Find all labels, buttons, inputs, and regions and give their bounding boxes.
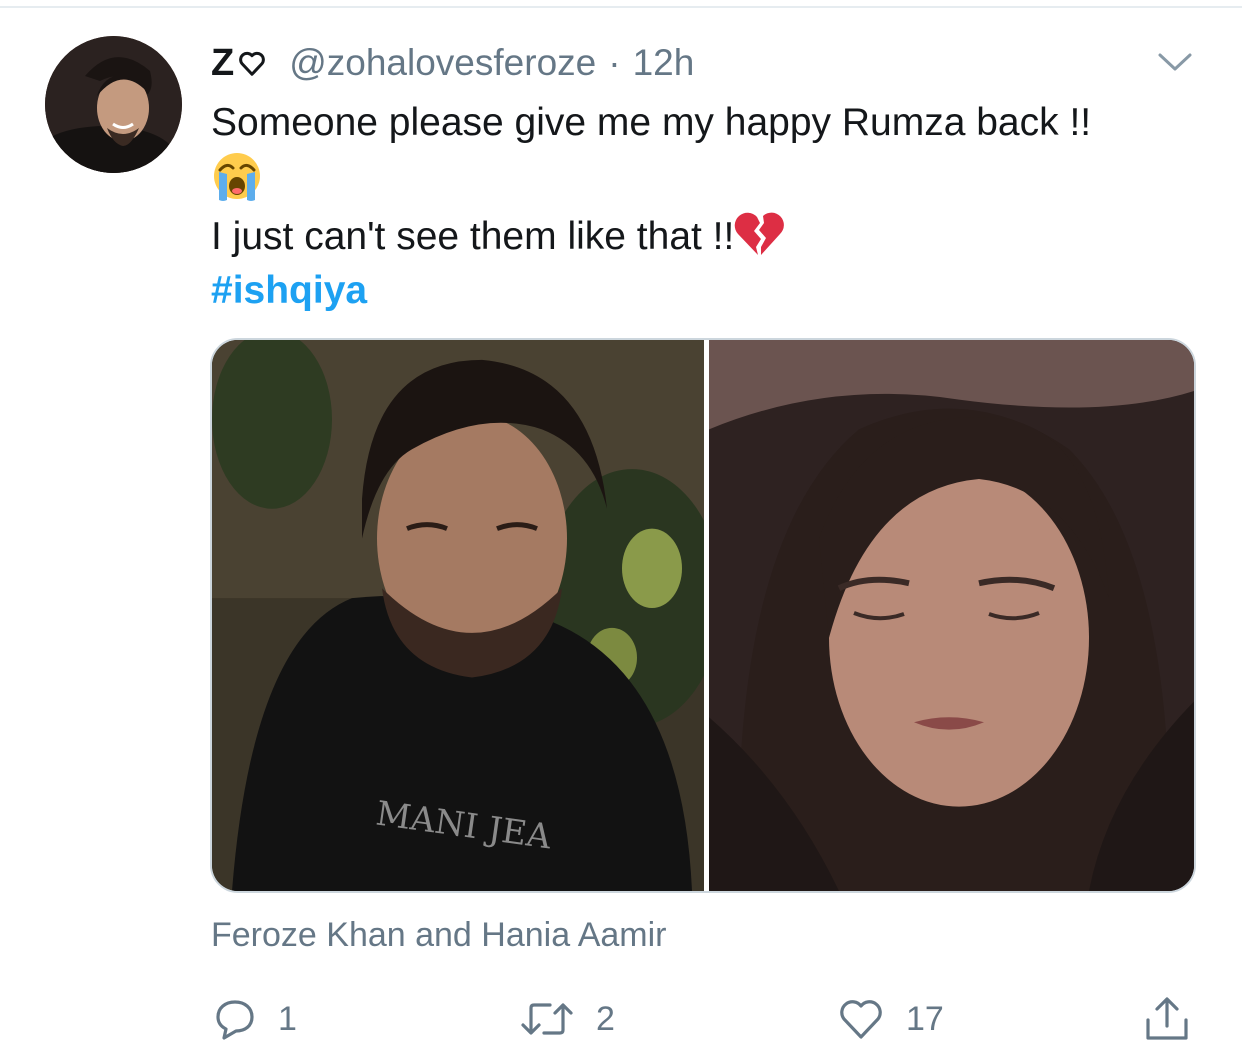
- share-button[interactable]: [1142, 996, 1192, 1042]
- tweet-text-line-1: Someone please give me my happy Rumza ba…: [211, 101, 1092, 144]
- tweet-text-line-3-text: I just can't see them like that !!: [211, 215, 735, 258]
- reply-icon: [216, 1000, 254, 1040]
- loudly-crying-face-emoji: [214, 153, 260, 201]
- reply-count: 1: [278, 999, 297, 1038]
- hashtag-link[interactable]: #ishqiya: [211, 264, 1211, 318]
- retweet-button[interactable]: 2: [520, 996, 615, 1042]
- tweet-text-line-2: [211, 150, 1211, 209]
- avatar-photo: [45, 36, 182, 173]
- photo-woman: [709, 340, 1194, 891]
- top-divider: [0, 6, 1242, 8]
- separator-dot: ·: [608, 42, 621, 83]
- photo-left[interactable]: MANI JEA: [212, 340, 704, 891]
- like-button[interactable]: 17: [838, 996, 944, 1042]
- tweet-timestamp[interactable]: 12h: [633, 42, 695, 84]
- media-grid: MANI JEA: [210, 338, 1196, 893]
- like-count: 17: [906, 999, 944, 1038]
- photo-man: MANI JEA: [212, 340, 704, 891]
- chevron-down-icon[interactable]: [1156, 50, 1194, 74]
- retweet-icon: [521, 1003, 573, 1035]
- retweet-count: 2: [596, 999, 615, 1038]
- user-handle[interactable]: @zohalovesferoze: [289, 42, 596, 84]
- reply-button[interactable]: 1: [214, 996, 297, 1042]
- heart-icon: [840, 1000, 882, 1039]
- broken-heart-emoji: [735, 212, 785, 255]
- avatar[interactable]: [45, 36, 182, 173]
- photo-right[interactable]: [709, 340, 1194, 891]
- heart-outline-icon: [239, 51, 266, 76]
- tweet-header: Z @zohalovesferoze · 12h: [211, 38, 694, 88]
- tweet-text: Someone please give me my happy Rumza ba…: [211, 96, 1211, 318]
- media-caption: Feroze Khan and Hania Aamir: [211, 916, 667, 954]
- display-name[interactable]: Z: [211, 42, 235, 85]
- share-icon: [1146, 997, 1188, 1040]
- tweet-text-line-3: I just can't see them like that !!: [211, 209, 1211, 264]
